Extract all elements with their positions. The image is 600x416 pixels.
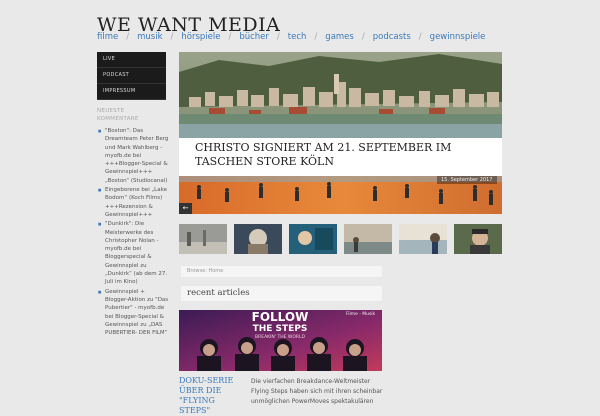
list-item[interactable]: Eingeborene bei „Lake Bodom“ (Koch Films… xyxy=(97,186,169,219)
nav-item-podcasts[interactable]: podcasts xyxy=(373,32,411,42)
nav-separator: / xyxy=(361,32,365,42)
article-excerpt: Die vierfachen Breakdance-Weltmeister Fl… xyxy=(251,378,383,405)
thumbnail-6[interactable] xyxy=(454,224,502,254)
nav-item-buecher[interactable]: bücher xyxy=(239,32,269,42)
list-item[interactable]: "Boston": Das Dreamteam Peter Berg und M… xyxy=(97,127,169,185)
nav-item-hoerspiele[interactable]: hörspiele xyxy=(181,32,220,42)
nav-item-gewinnspiele[interactable]: gewinnspiele xyxy=(430,32,486,42)
article-poster: FOLLOW THE STEPS BREAKIN' THE WORLD xyxy=(179,310,382,371)
thumbnail-1[interactable] xyxy=(179,224,227,254)
featured-photo xyxy=(179,52,502,214)
nav-item-filme[interactable]: filme xyxy=(97,32,118,42)
article-title[interactable]: DOKU-SERIE ÜBER DIE "FLYING STEPS" xyxy=(179,376,245,416)
nav-item-musik[interactable]: musik xyxy=(137,32,162,42)
slider-prev-button[interactable]: ← xyxy=(179,203,192,214)
featured-headline[interactable]: CHRISTO SIGNIERT AM 21. SEPTEMBER IM TAS… xyxy=(195,141,455,169)
sidebar-item-podcast[interactable]: PODCAST xyxy=(97,68,166,84)
thumbnail-5[interactable] xyxy=(399,224,447,254)
recent-comments-list: "Boston": Das Dreamteam Peter Berg und M… xyxy=(97,127,169,338)
thumbnail-3[interactable] xyxy=(289,224,337,254)
nav-separator: / xyxy=(314,32,318,42)
featured-slider-image[interactable] xyxy=(179,52,502,214)
recent-comments-heading: NEUESTE KOMMENTARE xyxy=(97,108,139,122)
breadcrumb: Browse: Home xyxy=(181,266,382,277)
comment-link[interactable]: Eingeborene bei „Lake Bodom“ (Koch Films… xyxy=(105,187,167,218)
list-item[interactable]: "Dunkirk": Die Meisterwerke des Christop… xyxy=(97,220,169,286)
nav-item-games[interactable]: games xyxy=(325,32,354,42)
sidebar-item-live[interactable]: LIVE xyxy=(97,52,166,68)
thumbnail-4[interactable] xyxy=(344,224,392,254)
main-nav: filme / musik / hörspiele / bücher / tech / g… xyxy=(97,32,485,42)
comment-link[interactable]: Gewinnspiel + Blogger-Aktion zu "Das Pub… xyxy=(105,289,168,336)
arrow-left-icon: ← xyxy=(182,204,189,212)
recent-articles-heading: recent articles xyxy=(181,286,382,301)
poster-title-top: FOLLOW xyxy=(252,310,309,324)
nav-separator: / xyxy=(126,32,130,42)
nav-separator: / xyxy=(418,32,422,42)
nav-separator: / xyxy=(276,32,280,42)
list-item[interactable]: Gewinnspiel + Blogger-Aktion zu "Das Pub… xyxy=(97,288,169,338)
sidebar-item-impressum[interactable]: IMPRESSUM xyxy=(97,84,166,100)
nav-separator: / xyxy=(170,32,174,42)
comment-link[interactable]: "Boston": Das Dreamteam Peter Berg und M… xyxy=(105,128,168,184)
comment-link[interactable]: "Dunkirk": Die Meisterwerke des Christop… xyxy=(105,221,167,285)
poster-title-bottom: THE STEPS xyxy=(253,324,308,334)
nav-item-tech[interactable]: tech xyxy=(288,32,307,42)
poster-subtitle: BREAKIN' THE WORLD xyxy=(255,334,305,340)
article-tags[interactable]: Filme · Musik xyxy=(346,312,375,317)
thumbnail-2[interactable] xyxy=(234,224,282,254)
slider-thumbnails xyxy=(179,224,502,254)
sidebar-menu: LIVE PODCAST IMPRESSUM xyxy=(97,52,166,100)
article-image[interactable]: FOLLOW THE STEPS BREAKIN' THE WORLD xyxy=(179,310,382,371)
nav-separator: / xyxy=(228,32,232,42)
featured-date: 15. September 2017 xyxy=(437,176,497,184)
